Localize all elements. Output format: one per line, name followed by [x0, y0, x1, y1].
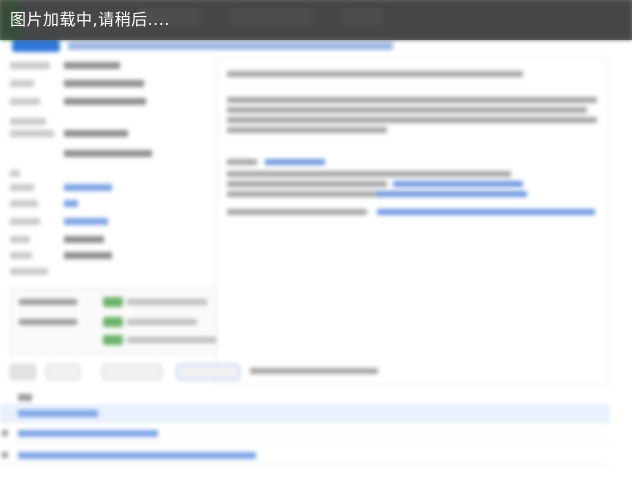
list-item[interactable]: [0, 446, 610, 465]
status-pill: [12, 40, 60, 52]
tab-button-1[interactable]: [10, 364, 36, 380]
loading-overlay: 图片加载中,请稍后....: [0, 0, 632, 40]
header-row: [8, 40, 624, 54]
tab-button-3[interactable]: [102, 364, 162, 380]
action-tabs: [6, 360, 616, 384]
loading-text: 图片加载中,请稍后....: [10, 10, 170, 29]
header-link[interactable]: [68, 42, 393, 50]
tab-button-2[interactable]: [46, 364, 80, 380]
list-item[interactable]: [0, 404, 610, 423]
status-box: [10, 288, 217, 354]
content-panel: [216, 58, 610, 386]
tab-button-4[interactable]: [176, 364, 240, 380]
list-item[interactable]: [0, 424, 610, 443]
tab-info: [250, 368, 378, 374]
result-list: [0, 388, 632, 486]
blurred-background: [0, 0, 632, 486]
